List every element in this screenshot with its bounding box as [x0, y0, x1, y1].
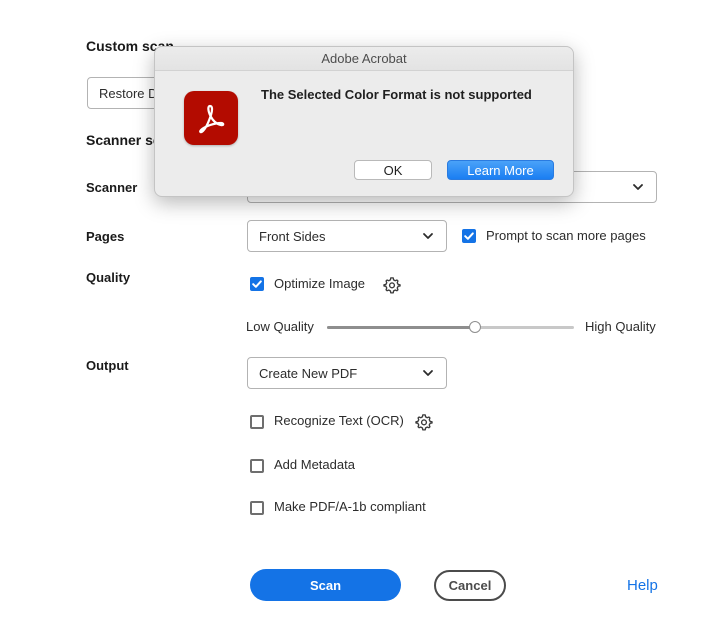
optimize-image-label: Optimize Image — [274, 276, 366, 291]
prompt-more-pages-checkbox[interactable] — [462, 229, 476, 243]
output-select[interactable]: Create New PDF — [247, 357, 447, 389]
pdfa-label: Make PDF/A-1b compliant — [274, 499, 426, 514]
learn-more-button[interactable]: Learn More — [447, 160, 554, 180]
high-quality-label: High Quality — [585, 319, 656, 334]
error-dialog: Adobe Acrobat The Selected Color Format … — [154, 46, 574, 197]
chevron-down-icon — [423, 233, 433, 239]
scan-button[interactable]: Scan — [250, 569, 401, 601]
dialog-title: Adobe Acrobat — [155, 47, 573, 71]
scan-button-label: Scan — [309, 577, 342, 593]
learn-more-button-label: Learn More — [467, 162, 534, 178]
gear-icon[interactable] — [383, 276, 401, 294]
help-link[interactable]: Help — [627, 577, 658, 594]
quality-slider[interactable] — [327, 321, 574, 333]
checkmark-icon — [464, 232, 474, 240]
optimize-image-checkbox[interactable] — [250, 277, 264, 291]
slider-thumb[interactable] — [469, 321, 481, 333]
pages-select[interactable]: Front Sides — [247, 220, 447, 252]
chevron-down-icon — [423, 370, 433, 376]
cancel-button[interactable]: Cancel — [434, 570, 506, 601]
ocr-label: Recognize Text (OCR) — [274, 413, 404, 428]
ok-button-label: OK — [383, 162, 403, 178]
gear-icon[interactable] — [415, 413, 433, 431]
slider-fill — [327, 326, 475, 329]
acrobat-logo-icon — [199, 104, 225, 134]
add-metadata-label: Add Metadata — [274, 457, 355, 472]
dialog-message: The Selected Color Format is not support… — [261, 87, 532, 102]
ocr-checkbox[interactable] — [250, 415, 264, 429]
pages-value: Front Sides — [259, 228, 326, 244]
quality-label: Quality — [86, 270, 131, 285]
output-label: Output — [86, 358, 129, 373]
add-metadata-checkbox[interactable] — [250, 459, 264, 473]
output-value: Create New PDF — [259, 365, 358, 381]
low-quality-label: Low Quality — [246, 319, 314, 334]
prompt-more-pages-label: Prompt to scan more pages — [486, 228, 646, 243]
acrobat-app-icon — [184, 91, 238, 145]
cancel-button-label: Cancel — [448, 578, 492, 593]
scanner-label: Scanner — [86, 180, 138, 195]
pdfa-checkbox[interactable] — [250, 501, 264, 515]
checkmark-icon — [252, 280, 262, 288]
pages-label: Pages — [86, 229, 125, 244]
chevron-down-icon — [633, 184, 643, 190]
ok-button[interactable]: OK — [354, 160, 432, 180]
